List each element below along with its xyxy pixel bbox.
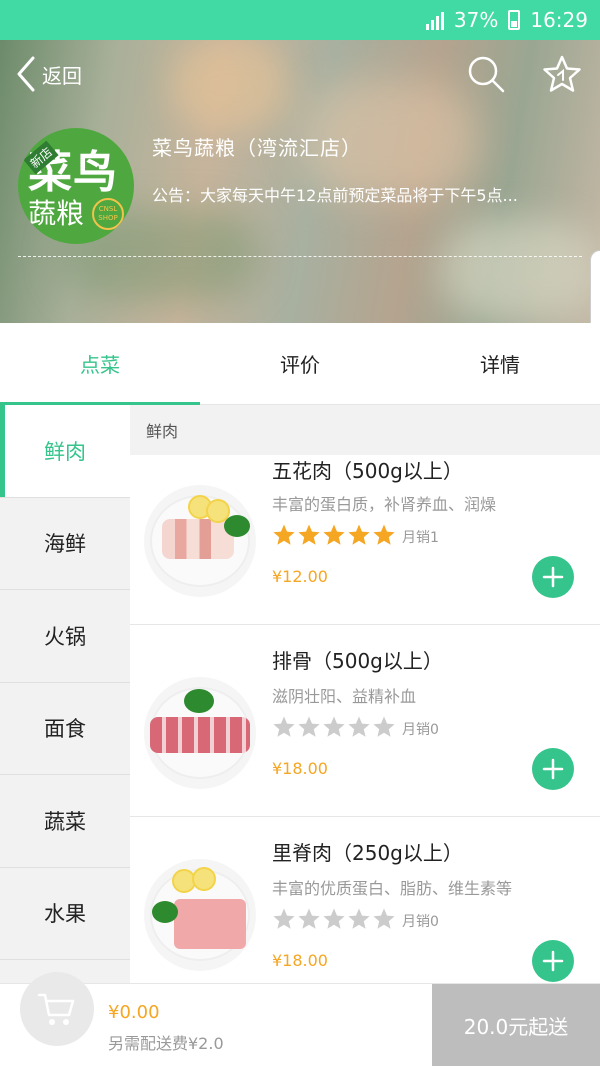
add-to-cart-button[interactable]	[532, 940, 574, 982]
product-image-pork-belly	[144, 485, 256, 597]
star-icon	[298, 524, 320, 545]
product-image-pork-ribs	[144, 677, 256, 789]
shopping-cart-icon	[37, 993, 75, 1025]
monthly-sales: 月销0	[402, 914, 439, 930]
plus-icon	[542, 566, 564, 588]
rating-stars	[272, 907, 396, 931]
product-name: 排骨（500g以上）	[272, 649, 443, 673]
product-price: ¥12.00	[272, 567, 328, 586]
plus-icon	[542, 950, 564, 972]
battery-percent: 37%	[453, 8, 499, 32]
product-price: ¥18.00	[272, 759, 328, 778]
min-order-button[interactable]: 20.0元起送	[432, 984, 600, 1066]
sidebar-item-fruit[interactable]: 水果	[0, 868, 130, 960]
cart-total: ¥0.00	[108, 1002, 160, 1023]
back-button[interactable]: 返回	[16, 56, 82, 92]
sidebar-item-hotpot[interactable]: 火锅	[0, 590, 130, 683]
product-desc: 滋阴壮阳、益精补血	[272, 687, 417, 706]
shop-name: 菜鸟蔬粮（湾流汇店）	[152, 136, 362, 160]
rating-stars	[272, 715, 396, 739]
product-image-pork-tenderloin	[144, 859, 256, 971]
plus-icon	[542, 758, 564, 780]
signal-icon	[425, 10, 444, 30]
product-name: 五花肉（500g以上）	[272, 459, 463, 483]
tab-details[interactable]: 详情	[400, 323, 600, 404]
star-icon	[298, 908, 320, 929]
star-icon	[373, 716, 395, 737]
back-label: 返回	[42, 63, 82, 88]
star-icon	[273, 524, 295, 545]
product-price: ¥18.00	[272, 951, 328, 970]
star-icon	[348, 908, 370, 929]
star-icon	[348, 716, 370, 737]
list-item[interactable]: 里脊肉（250g以上） 丰富的优质蛋白、脂肪、维生素等 月销0 ¥18.00	[130, 817, 600, 983]
add-to-cart-button[interactable]	[532, 556, 574, 598]
product-desc: 丰富的优质蛋白、脂肪、维生素等	[272, 879, 513, 898]
star-icon	[273, 716, 295, 737]
delivery-fee: 另需配送费¥2.0	[108, 1034, 224, 1053]
sidebar-item-noodles[interactable]: 面食	[0, 683, 130, 775]
list-item[interactable]: 排骨（500g以上） 滋阴壮阳、益精补血 月销0 ¥18.00	[130, 625, 600, 817]
star-icon	[373, 908, 395, 929]
monthly-sales: 月销1	[402, 530, 439, 546]
tab-reviews[interactable]: 评价	[200, 323, 400, 404]
cart-bar: ¥0.00 另需配送费¥2.0 20.0元起送	[0, 972, 600, 1066]
tab-order[interactable]: 点菜	[0, 323, 200, 405]
add-to-cart-button[interactable]	[532, 748, 574, 790]
logo-sub-text: 蔬粮	[28, 197, 85, 230]
chevron-left-icon	[17, 56, 35, 92]
rating-stars	[272, 523, 396, 547]
shop-notice[interactable]: 公告：大家每天中午12点前预定菜品将于下午5点...	[152, 182, 582, 206]
product-name: 里脊肉（250g以上）	[272, 841, 463, 865]
shop-header: 返回 菜鸟 蔬粮 新店 CNSL SHOP 菜鸟蔬粮（湾流汇店） 公告：大家每天…	[0, 40, 600, 323]
battery-icon	[508, 10, 521, 30]
sidebar-item-fresh-meat[interactable]: 鲜肉	[0, 405, 130, 498]
divider	[18, 256, 582, 257]
shop-logo: 菜鸟 蔬粮 新店 CNSL SHOP	[18, 128, 134, 244]
star-icon	[373, 524, 395, 545]
star-icon	[323, 716, 345, 737]
monthly-sales: 月销0	[402, 722, 439, 738]
star-icon	[323, 524, 345, 545]
product-list: 鲜肉 五花肉（500g以上） 丰富的蛋白质，补肾养血、润燥 月销1 ¥12.00	[130, 405, 600, 983]
sidebar-item-seafood[interactable]: 海鲜	[0, 498, 130, 590]
cart-button[interactable]	[20, 972, 94, 1046]
logo-seal: CNSL SHOP	[92, 198, 124, 230]
product-desc: 丰富的蛋白质，补肾养血、润燥	[272, 495, 497, 514]
search-icon[interactable]	[466, 54, 506, 94]
category-sidebar: 鲜肉 海鲜 火锅 面食 蔬菜 水果	[0, 405, 130, 983]
star-icon	[273, 908, 295, 929]
clock: 16:29	[530, 8, 588, 32]
status-bar: 37% 16:29	[0, 0, 600, 40]
favorite-star-icon[interactable]	[542, 54, 582, 94]
star-icon	[298, 716, 320, 737]
star-icon	[323, 908, 345, 929]
star-icon	[348, 524, 370, 545]
tab-bar: 点菜 评价 详情	[0, 323, 600, 405]
sidebar-item-vegetables[interactable]: 蔬菜	[0, 775, 130, 868]
list-item[interactable]: 五花肉（500g以上） 丰富的蛋白质，补肾养血、润燥 月销1 ¥12.00	[130, 433, 600, 625]
